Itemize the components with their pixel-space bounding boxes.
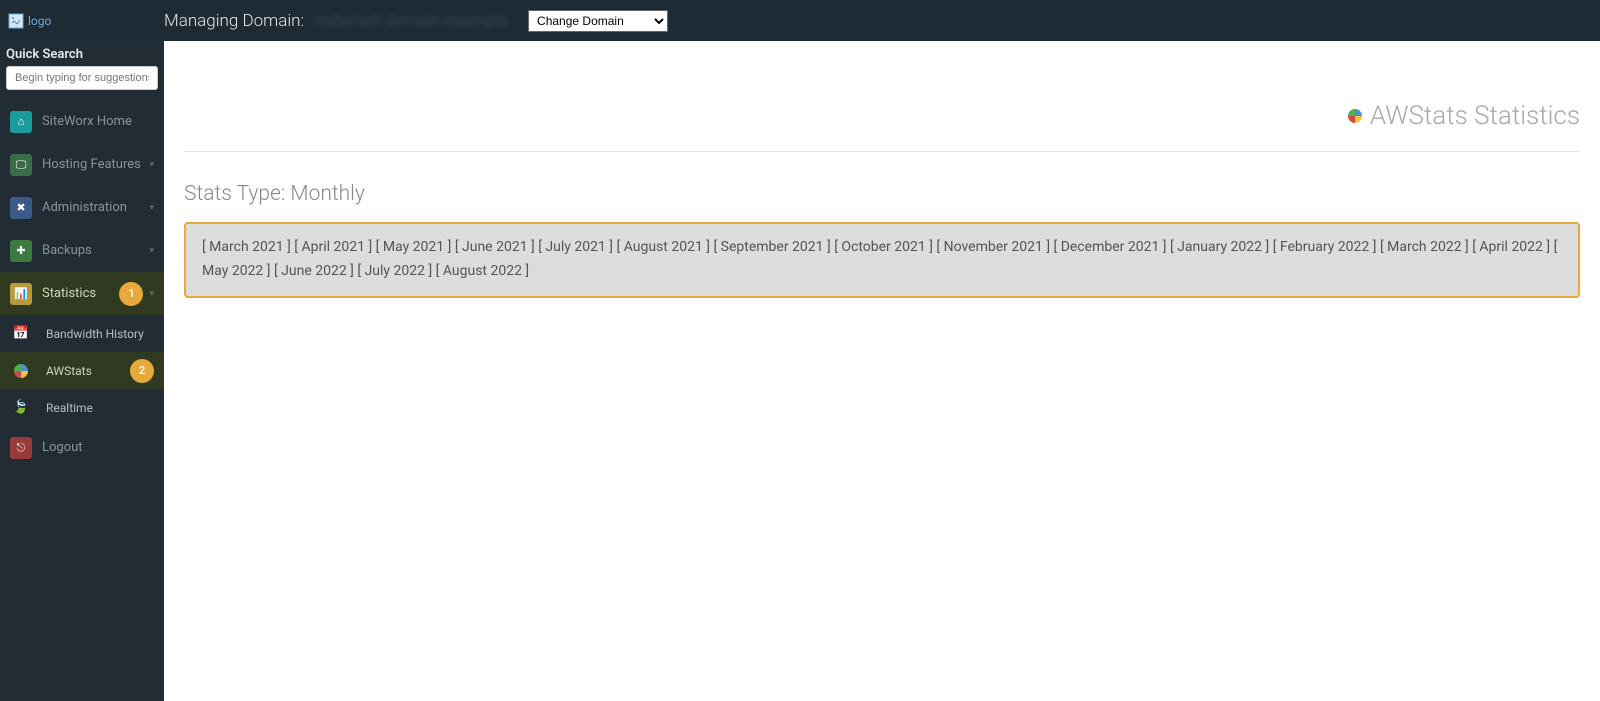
badge: 1 — [119, 282, 143, 306]
month-link[interactable]: [ July 2021 ] — [538, 239, 613, 255]
month-link[interactable]: [ August 2022 ] — [436, 263, 529, 279]
globe-icon — [10, 364, 32, 378]
page-title: AWStats Statistics — [184, 101, 1580, 131]
sidebar-item-administration[interactable]: ✖ Administration ▾ — [0, 186, 164, 229]
leaf-icon: 🍃 — [10, 400, 32, 415]
domain-name: redacted-domain.example — [314, 11, 508, 31]
bandwidth-icon: 📅 — [10, 326, 32, 341]
month-link[interactable]: [ June 2022 ] — [274, 263, 354, 279]
sidebar: Quick Search ⌂ SiteWorx Home 🖵 Hosting F… — [0, 41, 164, 701]
sidebar-item-hosting-features[interactable]: 🖵 Hosting Features ▾ — [0, 143, 164, 186]
logo-alt-text: logo — [28, 14, 51, 28]
sidebar-item-awstats[interactable]: AWStats 2 — [0, 352, 164, 389]
globe-icon — [1348, 109, 1362, 123]
home-icon: ⌂ — [10, 111, 32, 133]
month-link[interactable]: [ December 2021 ] — [1054, 239, 1167, 255]
logout-icon: ⎋ — [10, 437, 32, 459]
badge: 2 — [130, 359, 154, 383]
chevron-down-icon: ▾ — [149, 203, 154, 213]
sidebar-item-logout[interactable]: ⎋ Logout — [0, 426, 164, 469]
month-link[interactable]: [ April 2021 ] — [294, 239, 372, 255]
month-link[interactable]: [ May 2021 ] — [376, 239, 452, 255]
topbar: logo Managing Domain: redacted-domain.ex… — [0, 0, 1600, 41]
sidebar-item-statistics[interactable]: 📊 Statistics 1 ▾ — [0, 272, 164, 315]
logo-area: logo — [0, 13, 164, 29]
month-link[interactable]: [ July 2022 ] — [357, 263, 432, 279]
month-link[interactable]: [ February 2022 ] — [1273, 239, 1377, 255]
month-link[interactable]: [ September 2021 ] — [713, 239, 830, 255]
monitor-icon: 🖵 — [10, 154, 32, 176]
sidebar-item-realtime[interactable]: 🍃 Realtime — [0, 389, 164, 426]
month-link[interactable]: [ January 2022 ] — [1170, 239, 1269, 255]
sidebar-item-label: Hosting Features — [42, 157, 141, 172]
sidebar-item-label: AWStats — [42, 364, 92, 378]
sidebar-item-siteworx-home[interactable]: ⌂ SiteWorx Home — [0, 100, 164, 143]
month-link[interactable]: [ November 2021 ] — [936, 239, 1050, 255]
quick-search-label: Quick Search — [0, 41, 164, 66]
tools-icon: ✖ — [10, 197, 32, 219]
change-domain-select[interactable]: Change Domain — [528, 10, 668, 32]
main-content: AWStats Statistics Stats Type: Monthly [… — [164, 41, 1600, 701]
chart-icon: 📊 — [10, 283, 32, 305]
chevron-down-icon: ▾ — [149, 160, 154, 170]
stats-type-heading: Stats Type: Monthly — [184, 182, 1580, 206]
sidebar-item-label: Logout — [42, 440, 83, 455]
chevron-down-icon: ▾ — [149, 289, 154, 299]
chevron-down-icon: ▾ — [149, 246, 154, 256]
sidebar-item-label: Statistics — [42, 286, 96, 301]
plus-icon: ✚ — [10, 240, 32, 262]
month-link[interactable]: [ June 2021 ] — [455, 239, 535, 255]
page-title-text: AWStats Statistics — [1370, 101, 1580, 131]
page-header: AWStats Statistics — [184, 71, 1580, 152]
sidebar-item-bandwidth-history[interactable]: 📅 Bandwidth History — [0, 315, 164, 352]
broken-image-icon: logo — [8, 13, 51, 29]
months-box: [ March 2021 ] [ April 2021 ] [ May 2021… — [184, 222, 1580, 298]
month-link[interactable]: [ April 2022 ] — [1472, 239, 1550, 255]
sidebar-item-backups[interactable]: ✚ Backups ▾ — [0, 229, 164, 272]
month-link[interactable]: [ August 2021 ] — [617, 239, 710, 255]
sidebar-item-label: Administration — [42, 200, 127, 215]
sidebar-item-label: SiteWorx Home — [42, 114, 132, 129]
quick-search-input[interactable] — [6, 66, 158, 90]
sidebar-item-label: Realtime — [42, 401, 93, 415]
month-link[interactable]: [ October 2021 ] — [834, 239, 933, 255]
sidebar-item-label: Bandwidth History — [42, 327, 144, 341]
sidebar-item-label: Backups — [42, 243, 92, 258]
month-link[interactable]: [ March 2022 ] — [1380, 239, 1469, 255]
managing-domain-label: Managing Domain: — [164, 11, 304, 31]
month-link[interactable]: [ March 2021 ] — [202, 239, 291, 255]
